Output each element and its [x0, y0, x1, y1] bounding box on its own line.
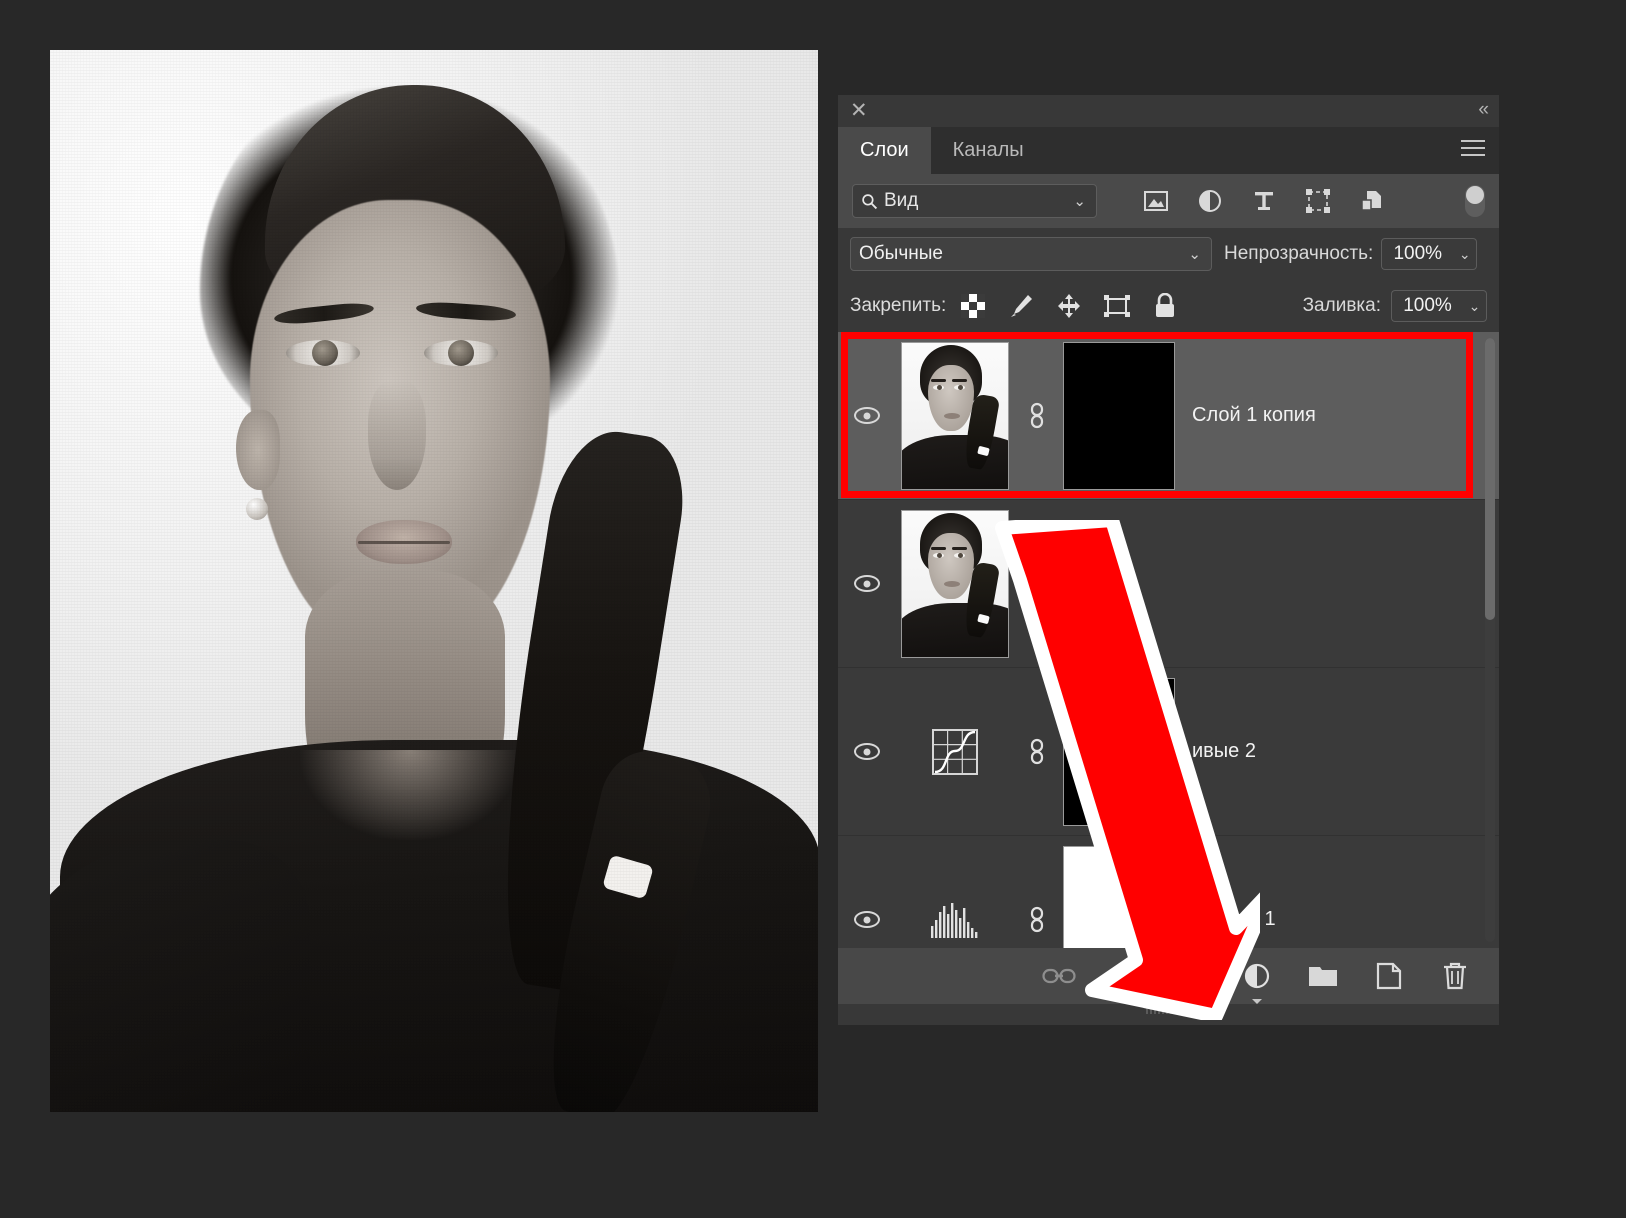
layer-list[interactable]: Слой 1 копия: [838, 332, 1499, 948]
link-icon: [1042, 966, 1076, 986]
pixel-layer-filter-icon[interactable]: [1142, 187, 1170, 215]
adjustment-icon: [1243, 962, 1271, 990]
layer-list-scrollbar[interactable]: [1485, 338, 1495, 942]
lock-all-icon[interactable]: [1152, 293, 1178, 319]
layer-mask-thumbnail[interactable]: [1063, 678, 1175, 826]
blend-mode-value: Обычные: [859, 243, 943, 265]
layer-mask-cell[interactable]: [1060, 342, 1178, 490]
add-layer-mask-button[interactable]: [1173, 958, 1209, 994]
chevron-down-icon[interactable]: ⌄: [1073, 192, 1086, 210]
layer-row[interactable]: Уровни 1: [838, 836, 1499, 948]
eye-icon: [854, 743, 880, 760]
opacity-chevron-down-icon[interactable]: ⌄: [1453, 238, 1477, 270]
photo-grain: [50, 50, 818, 1112]
collapse-panel-icon[interactable]: «: [1478, 99, 1487, 121]
curves-adjustment-icon: [930, 727, 980, 777]
chevron-down-icon[interactable]: ⌄: [1188, 245, 1201, 263]
smart-object-filter-icon[interactable]: [1358, 187, 1386, 215]
mask-icon: [1178, 965, 1204, 987]
panel-tabs: Слои Каналы: [838, 127, 1499, 174]
eye-icon: [854, 575, 880, 592]
layers-bottom-toolbar: fx: [838, 948, 1499, 1004]
layers-panel: ✕ « Слои Каналы Вид ⌄: [838, 95, 1499, 1025]
tab-layers[interactable]: Слои: [838, 127, 931, 174]
adjustment-layer-filter-icon[interactable]: [1196, 187, 1224, 215]
layer-styles-button[interactable]: fx: [1107, 958, 1143, 994]
layer-thumbnail-cell[interactable]: [896, 342, 1014, 490]
lock-transparent-pixels-icon[interactable]: [960, 293, 986, 319]
layer-thumbnail[interactable]: [901, 342, 1009, 490]
opacity-label: Непрозрачность:: [1224, 243, 1373, 265]
canvas-image: [50, 50, 818, 1112]
fill-value[interactable]: 100%: [1391, 290, 1463, 322]
close-icon[interactable]: ✕: [850, 98, 868, 124]
tab-channels[interactable]: Каналы: [931, 127, 1046, 174]
layer-name[interactable]: Слой 1 копия: [1178, 404, 1499, 427]
trash-icon: [1442, 961, 1468, 991]
lock-icon-group: [960, 293, 1178, 319]
lock-artboard-nesting-icon[interactable]: [1104, 293, 1130, 319]
lock-label: Закрепить:: [850, 295, 946, 317]
lock-position-icon[interactable]: [1056, 293, 1082, 319]
fill-label: Заливка:: [1303, 295, 1381, 317]
layer-row[interactable]: ивые 2: [838, 668, 1499, 836]
eye-icon: [854, 911, 880, 928]
layer-filter-value: Вид: [884, 190, 918, 212]
opacity-field[interactable]: 100% ⌄: [1381, 238, 1477, 270]
layer-visibility-toggle[interactable]: [838, 575, 896, 592]
layer-filter-select[interactable]: Вид ⌄: [852, 184, 1097, 218]
blend-mode-row: Обычные ⌄ Непрозрачность: 100% ⌄: [838, 228, 1499, 280]
layer-mask-link-icon[interactable]: [1014, 401, 1060, 431]
layer-visibility-toggle[interactable]: [838, 407, 896, 424]
layer-mask-cell[interactable]: [1060, 846, 1178, 949]
layer-row[interactable]: [838, 500, 1499, 668]
filter-enable-toggle[interactable]: [1465, 185, 1485, 217]
scrollbar-thumb[interactable]: [1485, 338, 1495, 620]
tabs-filler: [1046, 127, 1499, 174]
layer-thumbnail-cell[interactable]: [896, 727, 1014, 777]
layer-visibility-toggle[interactable]: [838, 743, 896, 760]
layer-thumbnail-cell[interactable]: [896, 510, 1014, 658]
tab-channels-label: Каналы: [953, 139, 1024, 162]
layer-visibility-toggle[interactable]: [838, 911, 896, 928]
shape-layer-filter-icon[interactable]: [1304, 187, 1332, 215]
lock-row: Закрепить:: [838, 280, 1499, 332]
folder-icon: [1308, 964, 1338, 988]
delete-layer-button[interactable]: [1437, 958, 1473, 994]
panel-titlebar: ✕ «: [838, 95, 1499, 127]
new-adjustment-layer-button[interactable]: [1239, 958, 1275, 994]
blend-mode-select[interactable]: Обычные ⌄: [850, 237, 1212, 271]
fill-field[interactable]: 100% ⌄: [1391, 290, 1487, 322]
fill-chevron-down-icon[interactable]: ⌄: [1463, 290, 1487, 322]
panel-resize-footer[interactable]: [838, 1004, 1499, 1018]
eye-icon: [854, 407, 880, 424]
layer-name[interactable]: ивые 2: [1178, 740, 1499, 763]
tab-layers-label: Слои: [860, 139, 909, 162]
link-layers-button[interactable]: [1041, 958, 1077, 994]
fx-label: fx: [1115, 960, 1135, 992]
layer-thumbnail-cell[interactable]: [896, 900, 1014, 940]
filter-row: Вид ⌄: [838, 174, 1499, 228]
levels-adjustment-icon: [929, 900, 981, 940]
new-group-button[interactable]: [1305, 958, 1341, 994]
layer-name[interactable]: Уровни 1: [1178, 908, 1499, 931]
filter-type-icons: [1142, 187, 1386, 215]
lock-image-pixels-icon[interactable]: [1008, 293, 1034, 319]
layer-mask-link-icon[interactable]: [1014, 737, 1060, 767]
opacity-value[interactable]: 100%: [1381, 238, 1453, 270]
layer-mask-thumbnail[interactable]: [1063, 342, 1175, 490]
new-layer-icon: [1376, 962, 1402, 990]
hamburger-menu-icon[interactable]: [1461, 140, 1485, 161]
layer-row[interactable]: Слой 1 копия: [838, 332, 1499, 500]
type-layer-filter-icon[interactable]: [1250, 187, 1278, 215]
panel-resize-grip[interactable]: [1146, 1008, 1192, 1014]
layer-mask-thumbnail[interactable]: [1063, 846, 1175, 949]
layer-mask-link-icon[interactable]: [1014, 905, 1060, 935]
new-layer-button[interactable]: [1371, 958, 1407, 994]
layer-thumbnail[interactable]: [901, 510, 1009, 658]
search-icon: [861, 193, 878, 210]
layer-mask-cell[interactable]: [1060, 678, 1178, 826]
screen-root: ✕ « Слои Каналы Вид ⌄: [0, 0, 1626, 1218]
